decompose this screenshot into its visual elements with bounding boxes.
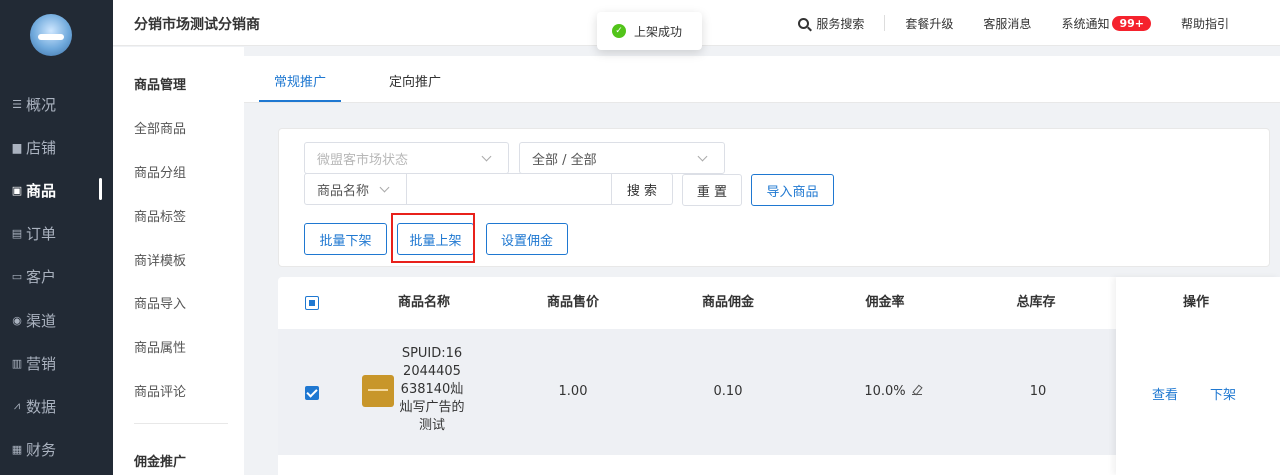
main-nav: ☰ 概况 ▆ 店铺 ▣ 商品 ▤ 订单 ▭ 客户 ◉ 渠道 ▥ 营销 ⩘ 数据 ▦ 财务 (0, 0, 113, 475)
divider (134, 423, 228, 424)
select-all-checkbox[interactable] (305, 296, 319, 310)
category-select[interactable]: 全部 / 全部 (519, 142, 725, 174)
set-commission-button[interactable]: 设置佣金 (486, 223, 568, 255)
nav-item-customer[interactable]: ▭ 客户 (10, 264, 56, 288)
product-price: 1.00 (558, 384, 588, 399)
header-price: 商品售价 (546, 295, 599, 310)
row-checkbox[interactable] (305, 386, 319, 400)
product-icon: ▣ (11, 183, 23, 197)
success-toast: ✓ 上架成功 (597, 12, 702, 50)
product-table: 商品名称 商品售价 商品佣金 佣金率 总库存 SPUID:16204440563… (278, 277, 1280, 475)
product-commission: 0.10 (713, 384, 743, 399)
sub-nav: 商品管理 全部商品 商品分组 商品标签 商详模板 商品导入 商品属性 商品评论 … (113, 47, 244, 475)
subnav-item-detail-template[interactable]: 商详模板 (134, 250, 186, 269)
customer-icon: ▭ (11, 269, 23, 283)
subnav-item-product-import[interactable]: 商品导入 (134, 293, 186, 312)
batch-delist-button[interactable]: 批量下架 (304, 223, 387, 255)
subnav-group-title: 商品管理 (134, 78, 187, 93)
overview-icon: ☰ (12, 97, 22, 111)
nav-item-order[interactable]: ▤ 订单 (10, 221, 56, 245)
help-link[interactable]: 帮助指引 (1181, 15, 1229, 32)
chevron-down-icon (697, 151, 708, 162)
order-icon: ▤ (11, 226, 23, 240)
tab-active-indicator (259, 100, 341, 102)
delist-link[interactable]: 下架 (1210, 384, 1236, 403)
operations-column: 操作 查看 下架 (1116, 277, 1280, 475)
data-icon: ⩘ (13, 399, 21, 412)
search-button[interactable]: 搜 索 (612, 173, 673, 205)
commission-rate: 10.0% (853, 384, 933, 399)
subnav-item-all-products[interactable]: 全部商品 (134, 118, 186, 137)
product-stock: 10 (1029, 384, 1047, 399)
tab-regular-promotion[interactable]: 常规推广 (274, 71, 326, 90)
market-status-select[interactable]: 微盟客市场状态 (304, 142, 509, 174)
check-circle-icon: ✓ (612, 24, 626, 38)
import-products-button[interactable]: 导入商品 (751, 174, 834, 206)
shop-name: 分销市场测试分销商 (134, 17, 260, 33)
chevron-down-icon (481, 151, 492, 162)
subnav-item-product-reviews[interactable]: 商品评论 (134, 381, 186, 400)
header-product-name: 商品名称 (397, 295, 450, 310)
nav-item-marketing[interactable]: ▥ 营销 (10, 351, 56, 375)
hamburger-menu-icon[interactable] (1254, 17, 1268, 29)
marketing-icon: ▥ (11, 356, 23, 370)
system-notice-link[interactable]: 系统通知 99+ (1061, 15, 1151, 32)
search-icon (798, 17, 810, 29)
header-commission-rate: 佣金率 (865, 295, 905, 310)
nav-active-indicator (99, 178, 102, 200)
header-stock: 总库存 (1016, 295, 1056, 310)
subnav-item-product-attributes[interactable]: 商品属性 (134, 337, 186, 356)
header-operations: 操作 (1182, 295, 1209, 310)
tab-targeted-promotion[interactable]: 定向推广 (389, 71, 441, 90)
nav-item-data[interactable]: ⩘ 数据 (10, 394, 56, 418)
upgrade-link[interactable]: 套餐升级 (905, 15, 953, 32)
header-commission: 商品佣金 (701, 295, 754, 310)
store-logo[interactable] (30, 14, 72, 56)
channel-icon: ◉ (12, 313, 22, 327)
divider (884, 15, 886, 31)
nav-item-overview[interactable]: ☰ 概况 (10, 92, 56, 116)
annotation-highlight-box (391, 213, 475, 263)
edit-icon[interactable] (911, 385, 922, 395)
nav-item-product[interactable]: ▣ 商品 (10, 178, 56, 202)
table-row[interactable]: SPUID:162044405638140灿灿写广告的测试 1.00 0.10 … (278, 329, 1116, 455)
store-icon: ▆ (12, 140, 22, 154)
reset-button[interactable]: 重 置 (682, 174, 742, 206)
search-input[interactable] (407, 173, 612, 205)
subnav-group-title[interactable]: 佣金推广 (134, 451, 186, 470)
product-name[interactable]: SPUID:162044405638140灿灿写广告的测试 (399, 345, 465, 435)
subnav-item-product-tags[interactable]: 商品标签 (134, 206, 186, 225)
nav-item-channel[interactable]: ◉ 渠道 (10, 308, 56, 332)
product-thumbnail[interactable] (362, 375, 394, 407)
search-field-select[interactable]: 商品名称 (304, 173, 407, 205)
chevron-down-icon (379, 182, 390, 193)
view-link[interactable]: 查看 (1152, 384, 1178, 403)
promotion-tabs: 常规推广 定向推广 (244, 56, 1280, 103)
nav-item-store[interactable]: ▆ 店铺 (10, 135, 56, 159)
nav-item-finance[interactable]: ▦ 财务 (10, 437, 56, 461)
main-content: 常规推广 定向推广 微盟客市场状态 全部 / 全部 商品名称 搜 索 重 置 导… (244, 47, 1280, 475)
service-message-link[interactable]: 客服消息 (983, 15, 1031, 32)
notice-badge: 99+ (1112, 15, 1151, 31)
subnav-item-product-groups[interactable]: 商品分组 (134, 162, 186, 181)
service-search-link[interactable]: 服务搜索 (798, 15, 864, 32)
finance-icon: ▦ (11, 442, 23, 456)
